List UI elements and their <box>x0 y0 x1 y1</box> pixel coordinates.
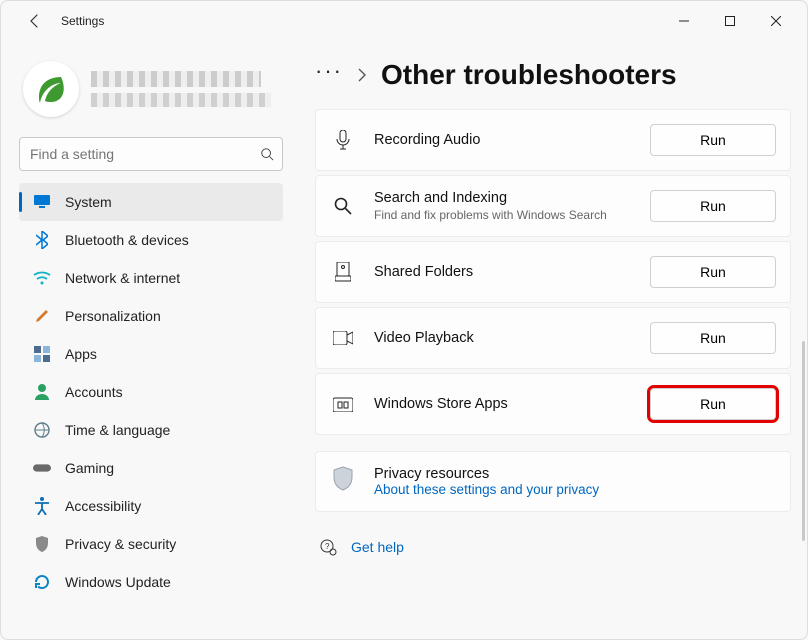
user-header[interactable] <box>19 53 301 137</box>
avatar <box>23 61 79 117</box>
search-icon <box>260 147 274 161</box>
maximize-icon <box>725 16 735 26</box>
privacy-card: Privacy resources About these settings a… <box>315 451 791 512</box>
run-button[interactable]: Run <box>650 322 776 354</box>
close-button[interactable] <box>753 5 799 37</box>
accessibility-icon <box>33 497 51 515</box>
search-box[interactable] <box>19 137 283 171</box>
wifi-icon <box>33 269 51 287</box>
leaf-icon <box>33 71 69 107</box>
help-row: ? Get help <box>315 538 791 556</box>
troubleshooter-title: Recording Audio <box>374 132 632 148</box>
sidebar-item-label: Network & internet <box>65 270 180 286</box>
breadcrumb: ··· Other troubleshooters <box>315 59 791 91</box>
troubleshooter-search-and-indexing: Search and Indexing Find and fix problems… <box>315 175 791 237</box>
troubleshooter-title: Search and Indexing <box>374 190 632 206</box>
minimize-button[interactable] <box>661 5 707 37</box>
troubleshooter-shared-folders: Shared Folders Run <box>315 241 791 303</box>
privacy-title: Privacy resources <box>374 466 776 482</box>
title-bar: Settings <box>1 1 807 41</box>
sidebar-item-accounts[interactable]: Accounts <box>19 373 283 411</box>
search-input[interactable] <box>30 146 260 162</box>
chevron-right-icon <box>357 68 367 82</box>
content-area: System Bluetooth & devices Network & inter… <box>1 41 807 639</box>
minimize-icon <box>679 16 689 26</box>
sidebar-item-accessibility[interactable]: Accessibility <box>19 487 283 525</box>
sidebar-item-bluetooth-devices[interactable]: Bluetooth & devices <box>19 221 283 259</box>
sidebar-item-label: Accessibility <box>65 498 141 514</box>
run-button[interactable]: Run <box>650 256 776 288</box>
sidebar-item-label: Accounts <box>65 384 123 400</box>
arrow-left-icon <box>27 13 43 29</box>
sidebar-item-network-internet[interactable]: Network & internet <box>19 259 283 297</box>
troubleshooter-subtitle: Find and fix problems with Windows Searc… <box>374 208 632 222</box>
sidebar: System Bluetooth & devices Network & inter… <box>1 41 301 639</box>
troubleshooter-title: Video Playback <box>374 330 632 346</box>
nav-list: System Bluetooth & devices Network & inter… <box>19 183 301 601</box>
globe-clock-icon <box>33 421 51 439</box>
troubleshooter-windows-store-apps: Windows Store Apps Run <box>315 373 791 435</box>
breadcrumb-overflow[interactable]: ··· <box>315 67 343 83</box>
user-info-redacted <box>91 71 297 107</box>
sidebar-item-label: Windows Update <box>65 574 171 590</box>
troubleshooter-title: Windows Store Apps <box>374 396 632 412</box>
apps-icon <box>33 345 51 363</box>
sidebar-item-label: Bluetooth & devices <box>65 232 189 248</box>
sidebar-item-gaming[interactable]: Gaming <box>19 449 283 487</box>
run-button[interactable]: Run <box>650 388 776 420</box>
troubleshooter-recording-audio: Recording Audio Run <box>315 109 791 171</box>
monitor-icon <box>33 193 51 211</box>
shield-icon <box>33 535 51 553</box>
sidebar-item-privacy-security[interactable]: Privacy & security <box>19 525 283 563</box>
store-icon <box>330 396 356 412</box>
back-button[interactable] <box>21 7 49 35</box>
mic-icon <box>330 130 356 150</box>
troubleshooter-title: Shared Folders <box>374 264 632 280</box>
bluetooth-icon <box>33 231 51 249</box>
maximize-button[interactable] <box>707 5 753 37</box>
close-icon <box>771 16 781 26</box>
get-help-link[interactable]: Get help <box>351 539 404 555</box>
sidebar-item-time-language[interactable]: Time & language <box>19 411 283 449</box>
run-button[interactable]: Run <box>650 190 776 222</box>
shared-folder-icon <box>330 262 356 282</box>
sidebar-item-label: Apps <box>65 346 97 362</box>
sidebar-item-label: Time & language <box>65 422 170 438</box>
page-title: Other troubleshooters <box>381 59 677 91</box>
troubleshooter-video-playback: Video Playback Run <box>315 307 791 369</box>
scrollbar[interactable] <box>802 341 805 541</box>
sidebar-item-label: Gaming <box>65 460 114 476</box>
search-icon <box>330 197 356 215</box>
svg-text:?: ? <box>325 542 330 551</box>
sidebar-item-label: Personalization <box>65 308 161 324</box>
sidebar-item-label: Privacy & security <box>65 536 176 552</box>
gamepad-icon <box>33 459 51 477</box>
window-title: Settings <box>61 14 104 28</box>
privacy-link[interactable]: About these settings and your privacy <box>374 482 776 497</box>
update-icon <box>33 573 51 591</box>
sidebar-item-personalization[interactable]: Personalization <box>19 297 283 335</box>
sidebar-item-windows-update[interactable]: Windows Update <box>19 563 283 601</box>
sidebar-item-apps[interactable]: Apps <box>19 335 283 373</box>
main-panel: ··· Other troubleshooters Recording Audi… <box>301 41 807 639</box>
window-controls <box>661 5 799 37</box>
video-icon <box>330 331 356 345</box>
brush-icon <box>33 307 51 325</box>
person-icon <box>33 383 51 401</box>
troubleshooter-list: Recording Audio Run Search and Indexing Fin… <box>315 109 791 435</box>
sidebar-item-system[interactable]: System <box>19 183 283 221</box>
sidebar-item-label: System <box>65 194 112 210</box>
run-button[interactable]: Run <box>650 124 776 156</box>
shield-icon <box>330 466 356 497</box>
help-icon: ? <box>319 538 337 556</box>
